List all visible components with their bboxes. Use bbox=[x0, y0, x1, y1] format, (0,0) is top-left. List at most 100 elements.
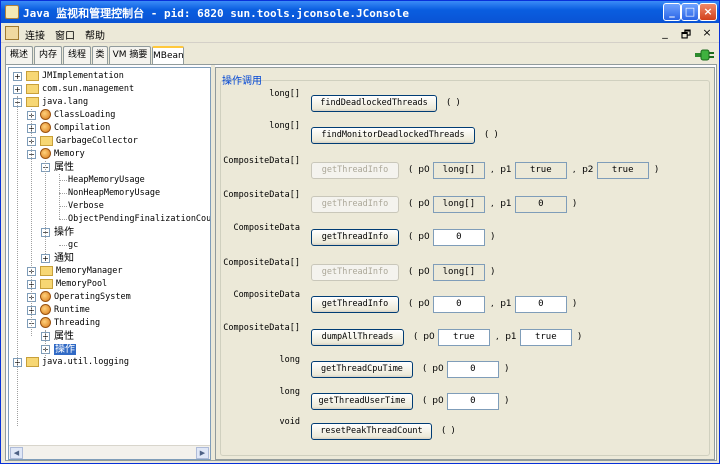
param-value-field: 0 bbox=[514, 196, 567, 213]
operation-button-getThreadInfo[interactable]: getThreadInfo bbox=[311, 296, 399, 313]
tree-node[interactable]: gc bbox=[68, 239, 78, 252]
tree-node[interactable]: Compilation bbox=[40, 122, 110, 135]
close-button[interactable]: × bbox=[699, 3, 717, 21]
bean-icon bbox=[40, 122, 51, 133]
param-name: p0 bbox=[418, 199, 430, 209]
param-value-field[interactable]: 0 bbox=[446, 361, 499, 378]
scroll-right-icon[interactable]: ▶ bbox=[196, 447, 209, 459]
tree-node[interactable]: 属性 bbox=[54, 330, 74, 343]
return-type-label: CompositeData[] bbox=[223, 156, 300, 166]
paren-close: ) bbox=[490, 267, 495, 277]
operation-button-getThreadUserTime[interactable]: getThreadUserTime bbox=[311, 393, 413, 410]
folder-icon bbox=[40, 265, 53, 276]
menu-help[interactable]: 帮助 bbox=[85, 27, 105, 42]
operation-button-getThreadInfo[interactable]: getThreadInfo bbox=[311, 196, 399, 213]
minimize-button[interactable]: _ bbox=[663, 3, 681, 21]
tree-node-label: OperatingSystem bbox=[54, 292, 131, 302]
return-type-label: CompositeData[] bbox=[223, 258, 300, 268]
param-value-field[interactable]: true bbox=[519, 329, 572, 346]
tree-node[interactable]: java.lang bbox=[26, 96, 88, 109]
param-separator: , bbox=[490, 165, 494, 175]
param-value-field[interactable]: true bbox=[437, 329, 490, 346]
tab-mbean[interactable]: MBean bbox=[152, 46, 184, 65]
tree-node-label: 操作 bbox=[54, 227, 74, 238]
tree-node[interactable]: MemoryPool bbox=[40, 278, 107, 291]
paren-close: ) bbox=[572, 199, 577, 209]
tree-node[interactable]: NonHeapMemoryUsage bbox=[68, 187, 160, 200]
bean-icon bbox=[40, 304, 51, 315]
param-name: p1 bbox=[500, 165, 512, 175]
tree-node[interactable]: OperatingSystem bbox=[40, 291, 131, 304]
param-name: p0 bbox=[418, 165, 430, 175]
operations-panel: 操作调用 long[] findDeadlockedThreads () long[]… bbox=[215, 67, 715, 460]
param-value-field[interactable]: 0 bbox=[432, 229, 485, 246]
tree-horizontal-scrollbar[interactable]: ◀ ▶ bbox=[9, 445, 210, 459]
tree-node[interactable]: Threading bbox=[40, 317, 100, 330]
tab-线程[interactable]: 线程 bbox=[63, 46, 91, 64]
expand-icon[interactable]: + bbox=[13, 72, 22, 81]
paren-open: ( bbox=[447, 98, 451, 108]
frame-restore-icon[interactable]: 🗗 bbox=[678, 26, 694, 45]
tree-node[interactable]: JMImplementation bbox=[26, 70, 124, 83]
operation-button-getThreadInfo[interactable]: getThreadInfo bbox=[311, 229, 399, 246]
param-value-field[interactable]: 0 bbox=[446, 393, 499, 410]
operation-button-resetPeakThreadCount[interactable]: resetPeakThreadCount bbox=[311, 423, 432, 440]
tree-node[interactable]: Runtime bbox=[40, 304, 90, 317]
tree-node[interactable]: ObjectPendingFinalizationCoun bbox=[68, 213, 210, 226]
tree-node[interactable]: Verbose bbox=[68, 200, 104, 213]
internal-frame-icon[interactable] bbox=[5, 26, 19, 40]
expand-icon[interactable]: + bbox=[41, 254, 50, 263]
param-separator: , bbox=[490, 299, 494, 309]
menu-connection[interactable]: 连接 bbox=[25, 27, 45, 42]
mbean-tree[interactable]: + JMImplementation + com.sun.management − jav… bbox=[8, 67, 211, 460]
frame-close-icon[interactable]: × bbox=[699, 26, 715, 39]
tab-内存[interactable]: 内存 bbox=[34, 46, 62, 64]
operation-button-getThreadInfo[interactable]: getThreadInfo bbox=[311, 264, 399, 281]
tree-node[interactable]: GarbageCollector bbox=[40, 135, 138, 148]
mbean-tab-content: + JMImplementation + com.sun.management − jav… bbox=[5, 64, 717, 461]
tree-node-label: 操作 bbox=[54, 344, 76, 355]
tree-node[interactable]: com.sun.management bbox=[26, 83, 134, 96]
tree-node[interactable]: ClassLoading bbox=[40, 109, 115, 122]
tree-node-label: com.sun.management bbox=[42, 84, 135, 94]
operation-button-getThreadInfo[interactable]: getThreadInfo bbox=[311, 162, 399, 179]
tree-node[interactable]: 操作 bbox=[54, 226, 74, 239]
tree-node[interactable]: java.util.logging bbox=[26, 356, 129, 369]
tree-node[interactable]: 属性 bbox=[54, 161, 74, 174]
tab-vm-摘要[interactable]: VM 摘要 bbox=[109, 46, 151, 64]
tree-node[interactable]: Memory bbox=[40, 148, 85, 161]
tree-connector bbox=[59, 245, 67, 246]
return-type-label: void bbox=[279, 417, 300, 427]
tree-node[interactable]: MemoryManager bbox=[40, 265, 123, 278]
tree-node-label: Threading bbox=[54, 318, 101, 328]
param-name: p0 bbox=[418, 267, 430, 277]
menu-window[interactable]: 窗口 bbox=[55, 27, 75, 42]
bean-icon bbox=[40, 291, 51, 302]
tree-node[interactable]: HeapMemoryUsage bbox=[68, 174, 145, 187]
tab-类[interactable]: 类 bbox=[92, 46, 108, 64]
operation-button-findMonitorDeadlockedThreads[interactable]: findMonitorDeadlockedThreads bbox=[311, 127, 475, 144]
operation-button-getThreadCpuTime[interactable]: getThreadCpuTime bbox=[311, 361, 413, 378]
maximize-button[interactable]: □ bbox=[681, 3, 699, 21]
folder-icon bbox=[26, 96, 39, 107]
param-value-field: true bbox=[596, 162, 649, 179]
title-bar[interactable]: Java 监视和管理控制台 - pid: 6820 sun.tools.jcon… bbox=[1, 1, 719, 23]
tab-概述[interactable]: 概述 bbox=[5, 46, 33, 64]
operation-button-findDeadlockedThreads[interactable]: findDeadlockedThreads bbox=[311, 95, 437, 112]
tree-guide-line bbox=[59, 174, 60, 219]
param-separator: , bbox=[495, 332, 499, 342]
param-name: p0 bbox=[432, 364, 444, 374]
scroll-left-icon[interactable]: ◀ bbox=[10, 447, 23, 459]
tree-node[interactable]: 操作 bbox=[54, 343, 76, 356]
param-name: p0 bbox=[432, 396, 444, 406]
param-value-field[interactable]: 0 bbox=[514, 296, 567, 313]
operation-button-dumpAllThreads[interactable]: dumpAllThreads bbox=[311, 329, 404, 346]
paren-close: ) bbox=[504, 364, 509, 374]
expand-icon[interactable]: + bbox=[13, 85, 22, 94]
param-value-field[interactable]: 0 bbox=[432, 296, 485, 313]
tree-connector bbox=[59, 206, 67, 207]
frame-minimize-icon[interactable]: _ bbox=[657, 26, 673, 39]
tree-node[interactable]: 通知 bbox=[54, 252, 74, 265]
folder-icon bbox=[26, 70, 39, 81]
bean-icon bbox=[40, 109, 51, 120]
